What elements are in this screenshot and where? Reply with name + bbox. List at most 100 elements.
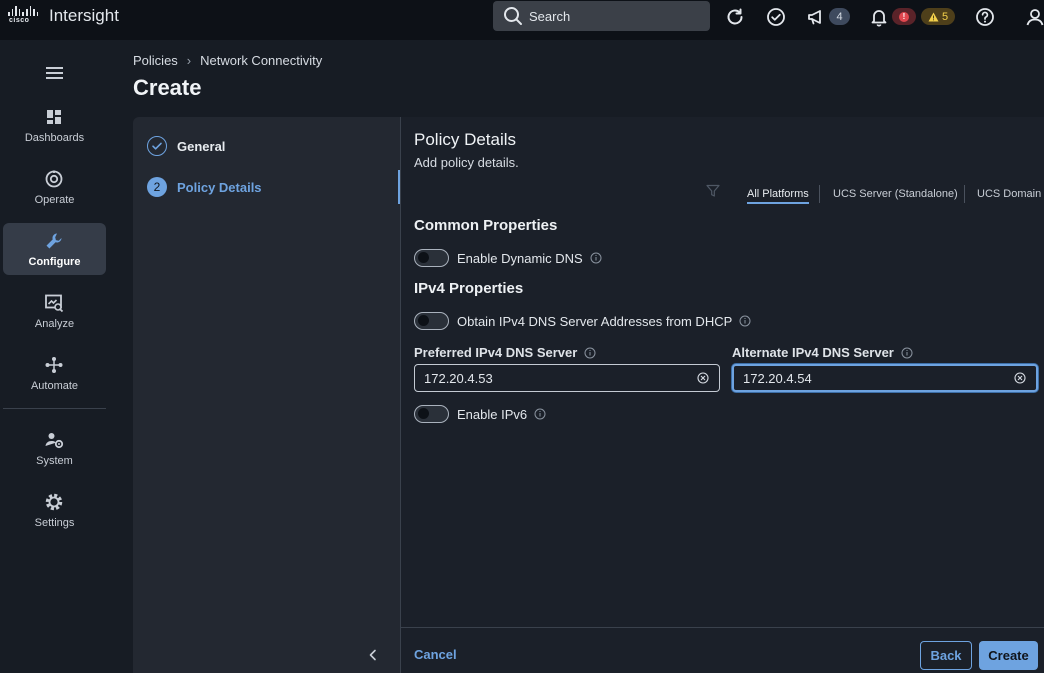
workflow-icon [45,357,63,373]
operate-icon [45,170,63,188]
footer-divider [401,627,1044,628]
notifications-button[interactable] [868,6,890,28]
enable-ipv6-label: Enable IPv6 [457,406,528,422]
nav-item-label: Dashboards [24,132,85,144]
nav-item-label: Configure [28,256,81,268]
common-properties-heading: Common Properties [414,217,558,234]
info-icon[interactable] [901,347,913,359]
hamburger-menu-icon[interactable] [46,67,63,79]
page-title: Create [133,75,202,100]
system-user-gear-icon [45,433,64,449]
step-general[interactable]: General [147,136,225,156]
gear-icon [45,493,63,511]
nav-item-label: Settings [34,517,75,529]
announcements-count-badge[interactable]: 4 [829,8,850,25]
megaphone-icon [808,10,821,25]
info-icon[interactable] [534,408,546,420]
user-menu-button[interactable] [1024,6,1044,28]
cisco-logo-text: cisco [9,17,30,24]
refresh-icon [727,8,743,25]
preferred-ipv4-dns-label-text: Preferred IPv4 DNS Server [414,345,578,360]
critical-alarm-icon: ! [899,11,909,22]
cisco-logo: cisco [8,6,40,26]
help-button[interactable] [974,6,996,28]
nav-item-settings[interactable]: Settings [3,488,106,540]
search-icon [504,7,522,25]
back-button[interactable]: Back [920,641,972,670]
tab-separator [819,185,820,203]
warning-icon [928,12,939,21]
warning-count: 5 [941,10,949,23]
alternate-ipv4-dns-input[interactable] [734,370,1014,386]
top-bar: cisco Intersight 4 ! 5 [0,0,1044,40]
task-check-icon [767,8,785,26]
ipv4-properties-heading: IPv4 Properties [414,280,524,297]
section-title: Policy Details [414,130,517,149]
critical-alarms-badge[interactable]: ! [892,8,916,25]
nav-item-label: Automate [30,380,79,392]
user-icon [1026,9,1044,26]
breadcrumb-network-connectivity[interactable]: Network Connectivity [200,53,322,68]
announcements-button[interactable] [805,6,827,28]
platform-tab-ucs-server-standalone[interactable]: UCS Server (Standalone) [833,188,958,200]
tasks-button[interactable] [765,6,787,28]
preferred-ipv4-dns-field[interactable] [414,364,720,392]
refresh-button[interactable] [724,6,746,28]
warning-alarms-badge[interactable]: 5 [921,8,955,25]
nav-item-dashboards[interactable]: Dashboards [3,103,106,155]
step-number: 2 [147,177,167,197]
alternate-ipv4-dns-label-text: Alternate IPv4 DNS Server [732,345,894,360]
enable-ipv6-row: Enable IPv6 [414,405,546,423]
preferred-ipv4-dns-input[interactable] [415,370,697,386]
analyze-icon [45,294,64,313]
breadcrumb: Policies › Network Connectivity [133,53,322,68]
obtain-ipv4-dns-from-dhcp-label: Obtain IPv4 DNS Server Addresses from DH… [457,313,733,329]
nav-item-analyze[interactable]: Analyze [3,289,106,341]
nav-item-label: Operate [34,194,75,206]
info-icon[interactable] [584,347,596,359]
global-search[interactable] [493,1,710,31]
search-input[interactable] [529,8,689,24]
help-icon [976,8,994,26]
nav-divider [3,408,106,409]
nav-item-system[interactable]: System [3,426,106,478]
platform-tab-all[interactable]: All Platforms [747,188,809,204]
section-subtitle: Add policy details. [414,155,519,170]
bell-icon [871,10,887,27]
step-policy-details[interactable]: 2 Policy Details [147,177,262,197]
step-label: General [177,138,226,154]
dashboard-icon [47,110,61,124]
platform-tab-ucs-domain[interactable]: UCS Domain [977,188,1041,200]
preferred-ipv4-dns-label: Preferred IPv4 DNS Server [414,345,596,360]
left-navigation: Dashboards Operate Configure Analyze Aut… [0,40,110,673]
collapse-panel-button[interactable] [365,647,381,663]
nav-item-operate[interactable]: Operate [3,165,106,217]
obtain-ipv4-dns-from-dhcp-toggle[interactable] [414,312,449,330]
alternate-ipv4-dns-field[interactable] [732,364,1038,392]
cancel-button[interactable]: Cancel [414,647,457,662]
nav-item-label: Analyze [34,318,75,330]
breadcrumb-policies[interactable]: Policies [133,53,178,68]
brand[interactable]: cisco Intersight [8,6,119,26]
wrench-icon [46,233,62,249]
enable-dynamic-dns-toggle[interactable] [414,249,449,267]
chevron-right-icon: › [186,53,192,68]
tab-separator [964,185,965,203]
step-label: Policy Details [177,179,262,195]
app-name: Intersight [49,6,119,25]
policy-details-form: Policy Details Add policy details. All P… [401,117,1044,673]
nav-item-configure[interactable]: Configure [3,223,106,275]
chevron-left-icon [369,649,376,661]
create-button[interactable]: Create [979,641,1038,670]
wizard-steps-panel: General 2 Policy Details [133,117,401,673]
enable-ipv6-toggle[interactable] [414,405,449,423]
enable-dynamic-dns-row: Enable Dynamic DNS [414,249,602,267]
nav-item-automate[interactable]: Automate [3,351,106,403]
info-icon[interactable] [739,315,751,327]
alternate-ipv4-dns-label: Alternate IPv4 DNS Server [732,345,913,360]
filter-icon[interactable] [706,184,720,198]
clear-input-icon[interactable] [1014,372,1026,384]
clear-input-icon[interactable] [697,372,709,384]
info-icon[interactable] [590,252,602,264]
step-complete-check-icon [147,136,167,156]
